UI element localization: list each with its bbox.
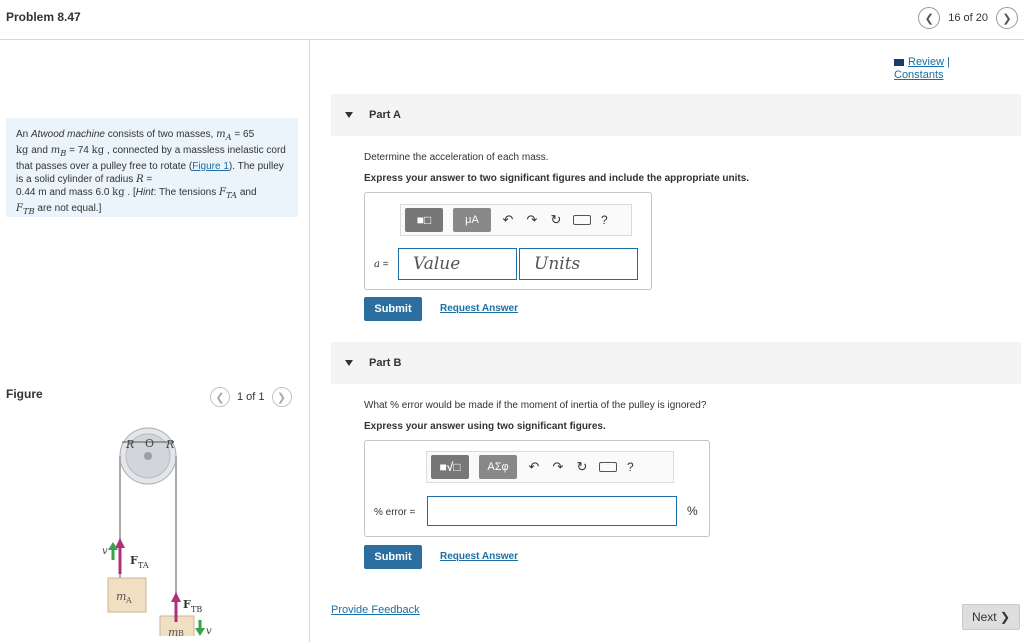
redo-icon[interactable]: ↷ xyxy=(525,212,539,228)
svg-text:R: R xyxy=(165,438,174,451)
part-a-title: Part A xyxy=(369,109,401,121)
part-b-request-answer-link[interactable]: Request Answer xyxy=(440,551,518,562)
part-b-answer-box: ■√□ ΑΣφ ↶ ↷ ↻ ? % error = % xyxy=(364,440,710,537)
next-problem-button[interactable]: ❯ xyxy=(996,7,1018,29)
constants-link[interactable]: Constants xyxy=(894,69,944,81)
next-button[interactable]: Next ❯ xyxy=(962,604,1020,630)
chevron-left-icon: ❮ xyxy=(215,391,225,404)
part-b-question: What % error would be made if the moment… xyxy=(364,400,707,411)
part-a-answer-box: ■□ μA ↶ ↷ ↻ ? a = Value Units xyxy=(364,192,652,290)
part-a-math-toolbar: ■□ μA ↶ ↷ ↻ ? xyxy=(400,204,632,236)
problem-pager: ❮ 16 of 20 ❯ xyxy=(918,7,1018,29)
svg-text:m: m xyxy=(116,590,126,603)
svg-text:v: v xyxy=(206,626,212,636)
undo-icon[interactable]: ↶ xyxy=(501,212,515,228)
units-button[interactable]: μA xyxy=(453,208,491,232)
left-panel: An Atwood machine consists of two masses… xyxy=(0,40,310,642)
book-icon xyxy=(894,58,904,66)
prev-problem-button[interactable]: ❮ xyxy=(918,7,941,29)
svg-text:F: F xyxy=(183,598,191,611)
figure-label: Figure xyxy=(6,387,43,401)
problem-count: 16 of 20 xyxy=(948,12,988,24)
figure-pager: ❮ 1 of 1 ❯ xyxy=(210,387,292,407)
part-a-question: Determine the acceleration of each mass. xyxy=(364,152,549,163)
chevron-right-icon: ❯ xyxy=(1002,12,1012,25)
prev-figure-button[interactable]: ❮ xyxy=(210,387,230,407)
atwood-machine-diagram: R O R m A F TA v F TB m B v xyxy=(102,427,212,636)
templates-button[interactable]: ■□ xyxy=(405,208,443,232)
svg-text:R: R xyxy=(125,438,134,451)
pulley-axle xyxy=(144,452,152,460)
help-icon[interactable]: ? xyxy=(601,213,608,227)
review-link[interactable]: Review xyxy=(908,56,944,68)
redo-icon[interactable]: ↷ xyxy=(551,459,565,475)
greek-symbols-button[interactable]: ΑΣφ xyxy=(479,455,517,479)
keyboard-icon[interactable] xyxy=(599,462,617,472)
svg-text:TB: TB xyxy=(191,605,202,614)
problem-statement: An Atwood machine consists of two masses… xyxy=(6,118,298,217)
right-panel: Review | Constants Part A Determine the … xyxy=(311,40,1024,642)
chevron-right-icon: ❯ xyxy=(276,391,287,404)
part-b-header[interactable]: Part B xyxy=(331,342,1021,384)
svg-text:v: v xyxy=(102,546,108,557)
value-input[interactable]: Value xyxy=(398,248,517,280)
part-b-instruction: Express your answer using two significan… xyxy=(364,421,606,432)
figure-link[interactable]: Figure 1 xyxy=(192,161,229,172)
svg-text:F: F xyxy=(130,554,138,567)
keyboard-icon[interactable] xyxy=(573,215,591,225)
atwood-term: Atwood machine xyxy=(31,129,105,140)
svg-text:O: O xyxy=(145,437,154,450)
mass-a xyxy=(107,577,147,613)
percent-error-label: % error = xyxy=(374,507,416,518)
chevron-left-icon: ❮ xyxy=(924,12,934,25)
part-b-submit-button[interactable]: Submit xyxy=(364,545,422,569)
header-bar: Problem 8.47 ❮ 16 of 20 ❯ xyxy=(0,0,1024,40)
units-input[interactable]: Units xyxy=(519,248,638,280)
part-a-request-answer-link[interactable]: Request Answer xyxy=(440,303,518,314)
accel-label: a = xyxy=(374,259,389,270)
part-a-header[interactable]: Part A xyxy=(331,94,1021,136)
part-a-submit-button[interactable]: Submit xyxy=(364,297,422,321)
part-b-title: Part B xyxy=(369,357,402,369)
percent-error-input[interactable] xyxy=(427,496,677,526)
review-constants: Review | Constants xyxy=(894,56,950,81)
svg-text:B: B xyxy=(178,629,184,636)
svg-text:A: A xyxy=(125,596,132,605)
templates-button[interactable]: ■√□ xyxy=(431,455,469,479)
undo-icon[interactable]: ↶ xyxy=(527,459,541,475)
reset-icon[interactable]: ↻ xyxy=(549,212,563,228)
next-figure-button[interactable]: ❯ xyxy=(271,387,292,407)
percent-unit: % xyxy=(687,504,698,518)
help-icon[interactable]: ? xyxy=(627,460,634,474)
problem-title: Problem 8.47 xyxy=(6,10,81,24)
svg-text:m: m xyxy=(168,626,178,636)
provide-feedback-link[interactable]: Provide Feedback xyxy=(331,604,420,616)
collapse-triangle-icon xyxy=(345,360,353,366)
reset-icon[interactable]: ↻ xyxy=(575,459,589,475)
chevron-right-icon: ❯ xyxy=(999,610,1011,624)
part-a-instruction: Express your answer to two significant f… xyxy=(364,173,750,184)
collapse-triangle-icon xyxy=(345,112,353,118)
svg-text:TA: TA xyxy=(138,561,149,570)
figure-count: 1 of 1 xyxy=(237,391,265,403)
part-b-math-toolbar: ■√□ ΑΣφ ↶ ↷ ↻ ? xyxy=(426,451,674,483)
